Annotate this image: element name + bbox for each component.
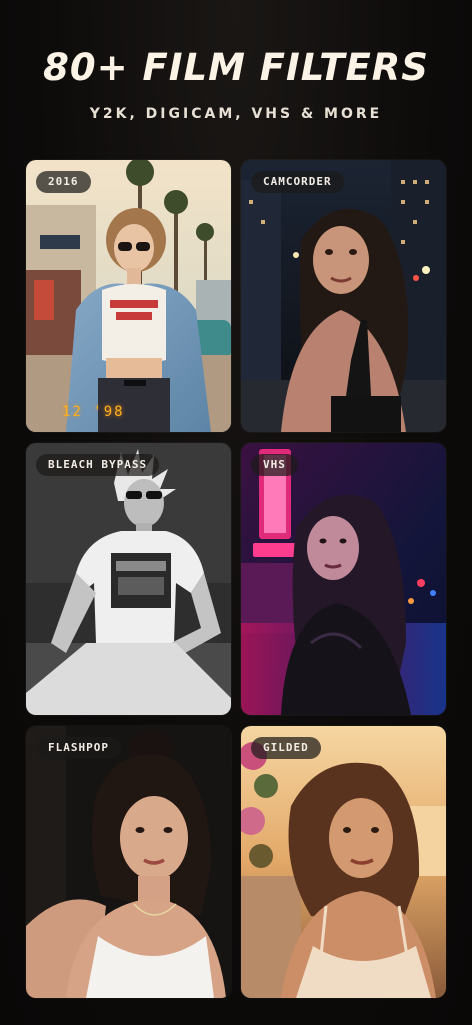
filter-label: FLASHPOP <box>36 737 121 759</box>
header: 80+ FILM FILTERS Y2K, DIGICAM, VHS & MOR… <box>0 0 472 150</box>
filter-preview-image <box>241 443 446 715</box>
filter-preview-image <box>241 160 446 432</box>
filter-label: 2016 <box>36 171 91 193</box>
filter-preview-image <box>26 726 231 998</box>
filter-card-flashpop[interactable]: FLASHPOP <box>26 726 231 998</box>
filter-preview-image <box>26 443 231 715</box>
filter-preview-image <box>26 160 231 432</box>
filter-card-camcorder[interactable]: CAMCORDER <box>241 160 446 432</box>
filter-card-bleach-bypass[interactable]: BLEACH BYPASS <box>26 443 231 715</box>
filter-card-vhs[interactable]: VHS <box>241 443 446 715</box>
filter-label: CAMCORDER <box>251 171 344 193</box>
date-stamp: 12 '98 <box>62 404 125 420</box>
page-title: 80+ FILM FILTERS <box>43 46 429 89</box>
filter-label: GILDED <box>251 737 321 759</box>
filter-grid: 2016 12 '98 CAMCORDER BLEACH BYPASS VHS … <box>26 160 446 998</box>
filter-preview-image <box>241 726 446 998</box>
filter-label: VHS <box>251 454 298 476</box>
filter-card-gilded[interactable]: GILDED <box>241 726 446 998</box>
filter-label: BLEACH BYPASS <box>36 454 160 476</box>
filter-card-2016[interactable]: 2016 12 '98 <box>26 160 231 432</box>
page-subtitle: Y2K, DIGICAM, VHS & MORE <box>89 106 383 122</box>
